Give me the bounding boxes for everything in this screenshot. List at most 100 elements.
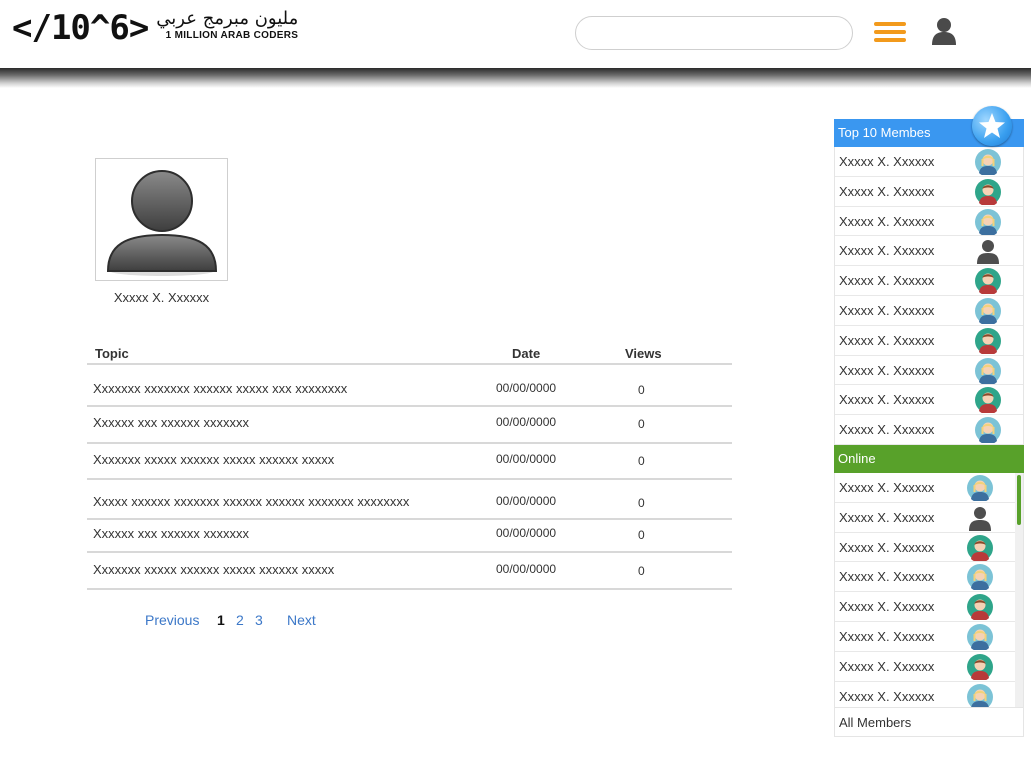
member-item[interactable]: Xxxxx X. Xxxxxx bbox=[835, 652, 1023, 682]
member-name: Xxxxx X. Xxxxxx bbox=[839, 509, 935, 525]
male-avatar-icon bbox=[975, 178, 1001, 207]
date-cell: 00/00/0000 bbox=[496, 494, 557, 508]
views-cell: 0 bbox=[638, 383, 645, 397]
member-item[interactable]: Xxxxx X. Xxxxxx bbox=[835, 415, 1023, 445]
male-avatar-icon bbox=[975, 387, 1001, 415]
female-avatar-icon bbox=[967, 683, 993, 707]
online-members-list: Xxxxx X. Xxxxxx Xxxxx X. Xxxxxx Xxxxx X. X… bbox=[834, 472, 1024, 707]
top-members-title: Top 10 Membes bbox=[838, 125, 931, 140]
member-item[interactable]: Xxxxx X. Xxxxxx bbox=[835, 296, 1023, 326]
member-item[interactable]: Xxxxx X. Xxxxxx bbox=[835, 473, 1023, 503]
table-row[interactable]: Xxxxxxx xxxxx xxxxxx xxxxx xxxxxx xxxxx 0… bbox=[87, 444, 732, 480]
sidebar: Top 10 Membes Xxxxx X. Xxxxxx Xxxxx X. Xx… bbox=[834, 100, 1024, 737]
topic-cell[interactable]: Xxxxxx xxx xxxxxx xxxxxxx bbox=[93, 415, 249, 430]
default-avatar-icon bbox=[967, 505, 993, 531]
next-page-link[interactable]: Next bbox=[287, 612, 316, 628]
topic-cell[interactable]: Xxxxxxx xxxxx xxxxxx xxxxx xxxxxx xxxxx bbox=[93, 452, 334, 467]
site-logo[interactable]: </10^6> مليون مبرمج عربي 1 MILLION ARAB … bbox=[12, 8, 298, 48]
member-item[interactable]: Xxxxx X. Xxxxxx bbox=[835, 533, 1023, 563]
logo-english-text: 1 MILLION ARAB CODERS bbox=[165, 30, 299, 41]
member-item[interactable]: Xxxxx X. Xxxxxx bbox=[835, 266, 1023, 296]
member-item[interactable]: Xxxxx X. Xxxxxx bbox=[835, 207, 1023, 237]
member-name: Xxxxx X. Xxxxxx bbox=[839, 243, 935, 259]
female-avatar-icon bbox=[975, 208, 1001, 237]
menu-icon[interactable] bbox=[874, 22, 906, 42]
online-header: Online bbox=[834, 444, 1024, 473]
member-name: Xxxxx X. Xxxxxx bbox=[839, 392, 935, 408]
female-avatar-icon bbox=[967, 623, 993, 652]
male-avatar-icon bbox=[975, 268, 1001, 296]
member-item[interactable]: Xxxxx X. Xxxxxx bbox=[835, 592, 1023, 622]
site-header: </10^6> مليون مبرمج عربي 1 MILLION ARAB … bbox=[0, 0, 1031, 68]
female-avatar-icon bbox=[975, 297, 1001, 326]
female-avatar-icon bbox=[975, 357, 1001, 386]
user-account-icon[interactable] bbox=[930, 16, 958, 46]
default-avatar-icon bbox=[975, 238, 1001, 265]
topic-cell[interactable]: Xxxxxx xxx xxxxxx xxxxxxx bbox=[93, 526, 249, 541]
views-cell: 0 bbox=[638, 564, 645, 578]
table-row[interactable]: Xxxxxxx xxxxxxx xxxxxx xxxxx xxx xxxxxxx… bbox=[87, 365, 732, 407]
star-badge-icon bbox=[972, 106, 1012, 146]
member-name: Xxxxx X. Xxxxxx bbox=[839, 154, 935, 169]
member-name: Xxxxx X. Xxxxxx bbox=[839, 539, 935, 555]
female-avatar-icon bbox=[975, 417, 1001, 445]
online-scrollbar-thumb[interactable] bbox=[1017, 474, 1021, 525]
table-row[interactable]: Xxxxx xxxxxx xxxxxxx xxxxxx xxxxxx xxxxx… bbox=[87, 480, 732, 520]
member-item[interactable]: Xxxxx X. Xxxxxx bbox=[835, 177, 1023, 207]
member-item[interactable]: Xxxxx X. Xxxxxx bbox=[835, 622, 1023, 652]
views-cell: 0 bbox=[638, 528, 645, 542]
topic-column-header: Topic bbox=[95, 346, 129, 361]
male-avatar-icon bbox=[967, 594, 993, 622]
page-2-link[interactable]: 2 bbox=[236, 612, 244, 628]
profile-name: Xxxxx X. Xxxxxx bbox=[113, 290, 210, 305]
page-1-link[interactable]: 1 bbox=[217, 612, 225, 628]
member-name: Xxxxx X. Xxxxxx bbox=[839, 213, 935, 229]
all-members-link[interactable]: All Members bbox=[834, 706, 1024, 737]
views-cell: 0 bbox=[638, 454, 645, 468]
member-item[interactable]: Xxxxx X. Xxxxxx bbox=[835, 385, 1023, 416]
member-name: Xxxxx X. Xxxxxx bbox=[839, 183, 935, 199]
member-item[interactable]: Xxxxx X. Xxxxxx bbox=[835, 236, 1023, 267]
online-title: Online bbox=[838, 450, 876, 466]
member-name: Xxxxx X. Xxxxxx bbox=[839, 362, 935, 378]
date-cell: 00/00/0000 bbox=[496, 562, 557, 576]
online-scrollbar[interactable] bbox=[1015, 472, 1023, 707]
topics-table: Topic Date Views Xxxxxxx xxxxxxx xxxxxx … bbox=[87, 340, 732, 590]
member-name: Xxxxx X. Xxxxxx bbox=[839, 479, 935, 495]
member-name: Xxxxx X. Xxxxxx bbox=[839, 599, 935, 615]
table-row[interactable]: Xxxxxxx xxxxx xxxxxx xxxxx xxxxxx xxxxx 0… bbox=[87, 553, 732, 590]
member-name: Xxxxx X. Xxxxxx bbox=[839, 688, 935, 704]
table-row[interactable]: Xxxxxx xxx xxxxxx xxxxxxx 00/00/0000 0 bbox=[87, 520, 732, 553]
date-column-header: Date bbox=[512, 346, 541, 361]
member-name: Xxxxx X. Xxxxxx bbox=[839, 273, 935, 289]
member-item[interactable]: Xxxxx X. Xxxxxx bbox=[835, 562, 1023, 593]
date-cell: 00/00/0000 bbox=[496, 452, 557, 466]
member-name: Xxxxx X. Xxxxxx bbox=[839, 658, 935, 674]
female-avatar-icon bbox=[975, 149, 1001, 177]
search-input[interactable] bbox=[575, 16, 853, 50]
male-avatar-icon bbox=[975, 327, 1001, 356]
member-item[interactable]: Xxxxx X. Xxxxxx bbox=[835, 682, 1023, 707]
topic-cell[interactable]: Xxxxxxx xxxxx xxxxxx xxxxx xxxxxx xxxxx bbox=[93, 562, 334, 577]
logo-text: مليون مبرمج عربي 1 MILLION ARAB CODERS bbox=[156, 8, 298, 41]
header-shadow bbox=[0, 68, 1031, 88]
top-members-header: Top 10 Membes bbox=[834, 106, 1024, 147]
topic-cell[interactable]: Xxxxx xxxxxx xxxxxxx xxxxxx xxxxxx xxxxx… bbox=[93, 494, 409, 509]
top-members-list: Xxxxx X. Xxxxxx Xxxxx X. Xxxxxx Xxxxx X. X… bbox=[834, 147, 1024, 445]
previous-page-link[interactable]: Previous bbox=[145, 612, 199, 628]
page-3-link[interactable]: 3 bbox=[255, 612, 263, 628]
date-cell: 00/00/0000 bbox=[496, 526, 557, 540]
topic-cell[interactable]: Xxxxxxx xxxxxxx xxxxxx xxxxx xxx xxxxxxx… bbox=[93, 381, 347, 396]
table-row[interactable]: Xxxxxx xxx xxxxxx xxxxxxx 00/00/0000 0 bbox=[87, 407, 732, 444]
female-avatar-icon bbox=[967, 474, 993, 503]
member-item[interactable]: Xxxxx X. Xxxxxx bbox=[835, 503, 1023, 533]
member-item[interactable]: Xxxxx X. Xxxxxx bbox=[835, 147, 1023, 177]
logo-mark: </10^6> bbox=[12, 8, 149, 48]
views-cell: 0 bbox=[638, 417, 645, 431]
date-cell: 00/00/0000 bbox=[496, 381, 557, 395]
member-item[interactable]: Xxxxx X. Xxxxxx bbox=[835, 356, 1023, 386]
member-name: Xxxxx X. Xxxxxx bbox=[839, 569, 935, 585]
table-header: Topic Date Views bbox=[87, 340, 732, 365]
member-item[interactable]: Xxxxx X. Xxxxxx bbox=[835, 326, 1023, 356]
member-name: Xxxxx X. Xxxxxx bbox=[839, 332, 935, 348]
